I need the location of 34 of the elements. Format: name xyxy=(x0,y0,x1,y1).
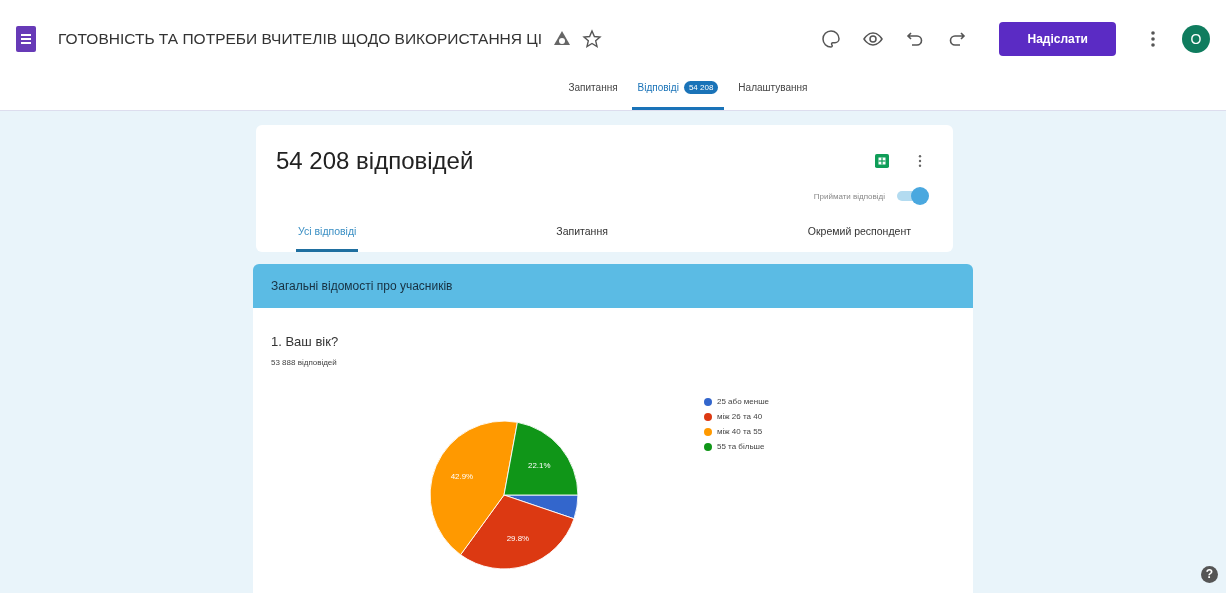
responses-count-title: 54 208 відповідей xyxy=(276,147,475,175)
slice-label: 29.8% xyxy=(506,533,530,543)
view-tab[interactable]: Окремий респондент xyxy=(805,215,913,252)
eye-icon[interactable] xyxy=(863,29,884,49)
legend-dot xyxy=(704,427,712,436)
view-tab[interactable]: Усі відповіді xyxy=(296,215,359,252)
view-tab[interactable]: Запитання xyxy=(554,215,610,252)
legend-label: 25 або менше xyxy=(717,397,770,406)
tab[interactable]: Налаштування xyxy=(732,68,814,110)
legend-dot xyxy=(704,397,712,406)
forms-logo-icon[interactable] xyxy=(16,26,36,52)
legend-label: між 26 та 40 xyxy=(717,412,763,421)
star-icon[interactable] xyxy=(582,29,603,49)
more-icon[interactable] xyxy=(1150,29,1156,49)
legend-label: 55 та більше xyxy=(717,442,765,451)
form-title[interactable]: ГОТОВНІСТЬ ТА ПОТРЕБИ ВЧИТЕЛІВ ЩОДО ВИКОРИСТАННЯ ЦІ xyxy=(58,30,543,48)
spreadsheet-icon[interactable] xyxy=(875,154,889,168)
response-count: 53 888 відповідей xyxy=(271,358,338,367)
section-title: Загальні відомості про учасників xyxy=(271,279,453,293)
tab[interactable]: Запитання xyxy=(562,68,624,110)
legend-label: між 40 та 55 xyxy=(717,427,763,436)
slice-label: 42.9% xyxy=(450,472,474,481)
more-icon[interactable] xyxy=(917,153,923,169)
help-button[interactable]: ? xyxy=(1201,566,1218,583)
accepting-responses-label: Приймати відповіді xyxy=(813,191,885,201)
slice-label: 22.1% xyxy=(528,460,551,470)
legend-dot xyxy=(704,412,712,421)
question-title: 1. Ваш вік? xyxy=(271,334,340,349)
avatar[interactable]: О xyxy=(1182,25,1210,53)
legend-dot xyxy=(704,442,712,451)
tab[interactable]: Відповіді 54 208 xyxy=(631,68,725,110)
palette-icon[interactable] xyxy=(821,29,842,49)
send-button[interactable]: Надіслати xyxy=(999,22,1116,56)
redo-icon[interactable] xyxy=(947,29,968,49)
